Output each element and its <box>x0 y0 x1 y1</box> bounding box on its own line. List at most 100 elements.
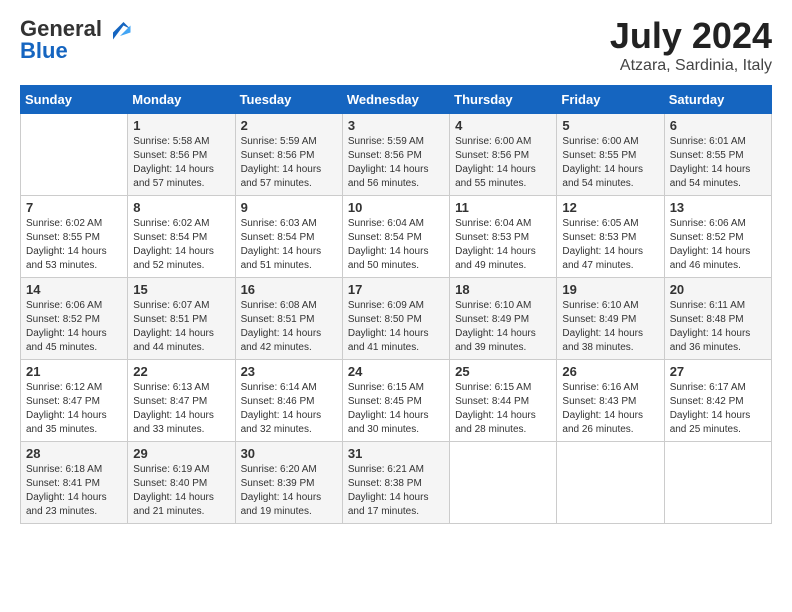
day-number: 25 <box>455 364 551 379</box>
day-info: Sunrise: 6:01 AM Sunset: 8:55 PM Dayligh… <box>670 135 766 191</box>
day-info: Sunrise: 6:13 AM Sunset: 8:47 PM Dayligh… <box>133 381 229 437</box>
calendar-cell: 8Sunrise: 6:02 AM Sunset: 8:54 PM Daylig… <box>128 196 235 278</box>
header: General Blue July 2024 Atzara, Sardinia,… <box>20 15 772 75</box>
day-info: Sunrise: 6:11 AM Sunset: 8:48 PM Dayligh… <box>670 299 766 355</box>
day-number: 22 <box>133 364 229 379</box>
day-number: 15 <box>133 282 229 297</box>
calendar-cell: 29 Sunrise: 6:19 AM Sunset: 8:40 PM Dayli… <box>128 442 235 524</box>
day-info: Sunrise: 6:15 AM Sunset: 8:44 PM Dayligh… <box>455 381 551 437</box>
day-info: Sunrise: 6:05 AM Sunset: 8:53 PM Dayligh… <box>562 217 658 273</box>
calendar-cell: 1 Sunrise: 5:58 AM Sunset: 8:56 PM Daylig… <box>128 114 235 196</box>
day-number: 31 <box>348 446 444 461</box>
day-number: 27 <box>670 364 766 379</box>
day-info: Sunrise: 6:20 AM Sunset: 8:39 PM Dayligh… <box>241 463 337 519</box>
day-info: Sunrise: 6:06 AM Sunset: 8:52 PM Dayligh… <box>670 217 766 273</box>
day-number: 13 <box>670 200 766 215</box>
calendar-cell: 5 Sunrise: 6:00 AM Sunset: 8:55 PM Daylig… <box>557 114 664 196</box>
day-info: Sunrise: 6:18 AM Sunset: 8:41 PM Dayligh… <box>26 463 122 519</box>
day-number: 21 <box>26 364 122 379</box>
calendar-cell: 7 Sunrise: 6:02 AM Sunset: 8:55 PM Daylig… <box>21 196 128 278</box>
header-tuesday: Tuesday <box>235 86 342 114</box>
day-number: 11 <box>455 200 551 215</box>
calendar-row-1: 7 Sunrise: 6:02 AM Sunset: 8:55 PM Daylig… <box>21 196 772 278</box>
day-info: Sunrise: 6:07 AM Sunset: 8:51 PM Dayligh… <box>133 299 229 355</box>
calendar-cell: 27 Sunrise: 6:17 AM Sunset: 8:42 PM Dayli… <box>664 360 771 442</box>
day-info: Sunrise: 6:10 AM Sunset: 8:49 PM Dayligh… <box>562 299 658 355</box>
calendar-row-3: 21 Sunrise: 6:12 AM Sunset: 8:47 PM Dayli… <box>21 360 772 442</box>
day-info: Sunrise: 5:59 AM Sunset: 8:56 PM Dayligh… <box>348 135 444 191</box>
calendar-cell: 14 Sunrise: 6:06 AM Sunset: 8:52 PM Dayli… <box>21 278 128 360</box>
day-info: Sunrise: 6:09 AM Sunset: 8:50 PM Dayligh… <box>348 299 444 355</box>
day-info: Sunrise: 6:16 AM Sunset: 8:43 PM Dayligh… <box>562 381 658 437</box>
calendar-cell <box>664 442 771 524</box>
day-info: Sunrise: 6:00 AM Sunset: 8:55 PM Dayligh… <box>562 135 658 191</box>
day-number: 9 <box>241 200 337 215</box>
day-info: Sunrise: 6:03 AM Sunset: 8:54 PM Dayligh… <box>241 217 337 273</box>
day-info: Sunrise: 6:10 AM Sunset: 8:49 PM Dayligh… <box>455 299 551 355</box>
calendar-cell: 9 Sunrise: 6:03 AM Sunset: 8:54 PM Daylig… <box>235 196 342 278</box>
calendar-cell: 15 Sunrise: 6:07 AM Sunset: 8:51 PM Dayli… <box>128 278 235 360</box>
calendar-cell: 4 Sunrise: 6:00 AM Sunset: 8:56 PM Daylig… <box>450 114 557 196</box>
header-row: Sunday Monday Tuesday Wednesday Thursday… <box>21 86 772 114</box>
calendar-cell <box>450 442 557 524</box>
calendar-cell: 11 Sunrise: 6:04 AM Sunset: 8:53 PM Dayli… <box>450 196 557 278</box>
day-info: Sunrise: 6:02 AM Sunset: 8:54 PM Dayligh… <box>133 217 229 273</box>
day-info: Sunrise: 6:14 AM Sunset: 8:46 PM Dayligh… <box>241 381 337 437</box>
day-number: 14 <box>26 282 122 297</box>
calendar-cell: 30 Sunrise: 6:20 AM Sunset: 8:39 PM Dayli… <box>235 442 342 524</box>
day-info: Sunrise: 6:06 AM Sunset: 8:52 PM Dayligh… <box>26 299 122 355</box>
day-info: Sunrise: 6:02 AM Sunset: 8:55 PM Dayligh… <box>26 217 122 273</box>
day-info: Sunrise: 6:15 AM Sunset: 8:45 PM Dayligh… <box>348 381 444 437</box>
calendar-cell: 22 Sunrise: 6:13 AM Sunset: 8:47 PM Dayli… <box>128 360 235 442</box>
calendar-cell: 24 Sunrise: 6:15 AM Sunset: 8:45 PM Dayli… <box>342 360 449 442</box>
day-number: 2 <box>241 118 337 133</box>
calendar-cell: 18 Sunrise: 6:10 AM Sunset: 8:49 PM Dayli… <box>450 278 557 360</box>
calendar-cell: 16Sunrise: 6:08 AM Sunset: 8:51 PM Dayli… <box>235 278 342 360</box>
day-number: 20 <box>670 282 766 297</box>
day-info: Sunrise: 6:00 AM Sunset: 8:56 PM Dayligh… <box>455 135 551 191</box>
logo-blue: Blue <box>20 39 68 63</box>
calendar-cell: 31 Sunrise: 6:21 AM Sunset: 8:38 PM Dayli… <box>342 442 449 524</box>
day-number: 4 <box>455 118 551 133</box>
calendar-cell: 12 Sunrise: 6:05 AM Sunset: 8:53 PM Dayli… <box>557 196 664 278</box>
calendar-cell: 2Sunrise: 5:59 AM Sunset: 8:56 PM Daylig… <box>235 114 342 196</box>
day-number: 28 <box>26 446 122 461</box>
calendar-table: Sunday Monday Tuesday Wednesday Thursday… <box>20 85 772 524</box>
day-info: Sunrise: 6:04 AM Sunset: 8:53 PM Dayligh… <box>455 217 551 273</box>
calendar-row-0: 1 Sunrise: 5:58 AM Sunset: 8:56 PM Daylig… <box>21 114 772 196</box>
calendar-cell <box>557 442 664 524</box>
calendar-cell: 21 Sunrise: 6:12 AM Sunset: 8:47 PM Dayli… <box>21 360 128 442</box>
day-number: 18 <box>455 282 551 297</box>
calendar-cell: 10Sunrise: 6:04 AM Sunset: 8:54 PM Dayli… <box>342 196 449 278</box>
logo: General Blue <box>20 15 134 63</box>
calendar-cell: 23 Sunrise: 6:14 AM Sunset: 8:46 PM Dayli… <box>235 360 342 442</box>
page-container: General Blue July 2024 Atzara, Sardinia,… <box>0 0 792 539</box>
header-monday: Monday <box>128 86 235 114</box>
calendar-cell: 13 Sunrise: 6:06 AM Sunset: 8:52 PM Dayli… <box>664 196 771 278</box>
day-info: Sunrise: 6:08 AM Sunset: 8:51 PM Dayligh… <box>241 299 337 355</box>
calendar-cell: 28 Sunrise: 6:18 AM Sunset: 8:41 PM Dayli… <box>21 442 128 524</box>
day-info: Sunrise: 6:19 AM Sunset: 8:40 PM Dayligh… <box>133 463 229 519</box>
calendar-row-2: 14 Sunrise: 6:06 AM Sunset: 8:52 PM Dayli… <box>21 278 772 360</box>
day-number: 29 <box>133 446 229 461</box>
day-number: 24 <box>348 364 444 379</box>
day-number: 12 <box>562 200 658 215</box>
header-wednesday: Wednesday <box>342 86 449 114</box>
calendar-cell: 19Sunrise: 6:10 AM Sunset: 8:49 PM Dayli… <box>557 278 664 360</box>
header-saturday: Saturday <box>664 86 771 114</box>
day-info: Sunrise: 6:21 AM Sunset: 8:38 PM Dayligh… <box>348 463 444 519</box>
calendar-cell: 6Sunrise: 6:01 AM Sunset: 8:55 PM Daylig… <box>664 114 771 196</box>
day-info: Sunrise: 6:12 AM Sunset: 8:47 PM Dayligh… <box>26 381 122 437</box>
day-info: Sunrise: 6:17 AM Sunset: 8:42 PM Dayligh… <box>670 381 766 437</box>
header-thursday: Thursday <box>450 86 557 114</box>
day-number: 7 <box>26 200 122 215</box>
day-number: 30 <box>241 446 337 461</box>
day-info: Sunrise: 5:58 AM Sunset: 8:56 PM Dayligh… <box>133 135 229 191</box>
header-sunday: Sunday <box>21 86 128 114</box>
day-number: 1 <box>133 118 229 133</box>
day-info: Sunrise: 6:04 AM Sunset: 8:54 PM Dayligh… <box>348 217 444 273</box>
day-number: 5 <box>562 118 658 133</box>
day-number: 26 <box>562 364 658 379</box>
day-number: 23 <box>241 364 337 379</box>
day-number: 3 <box>348 118 444 133</box>
